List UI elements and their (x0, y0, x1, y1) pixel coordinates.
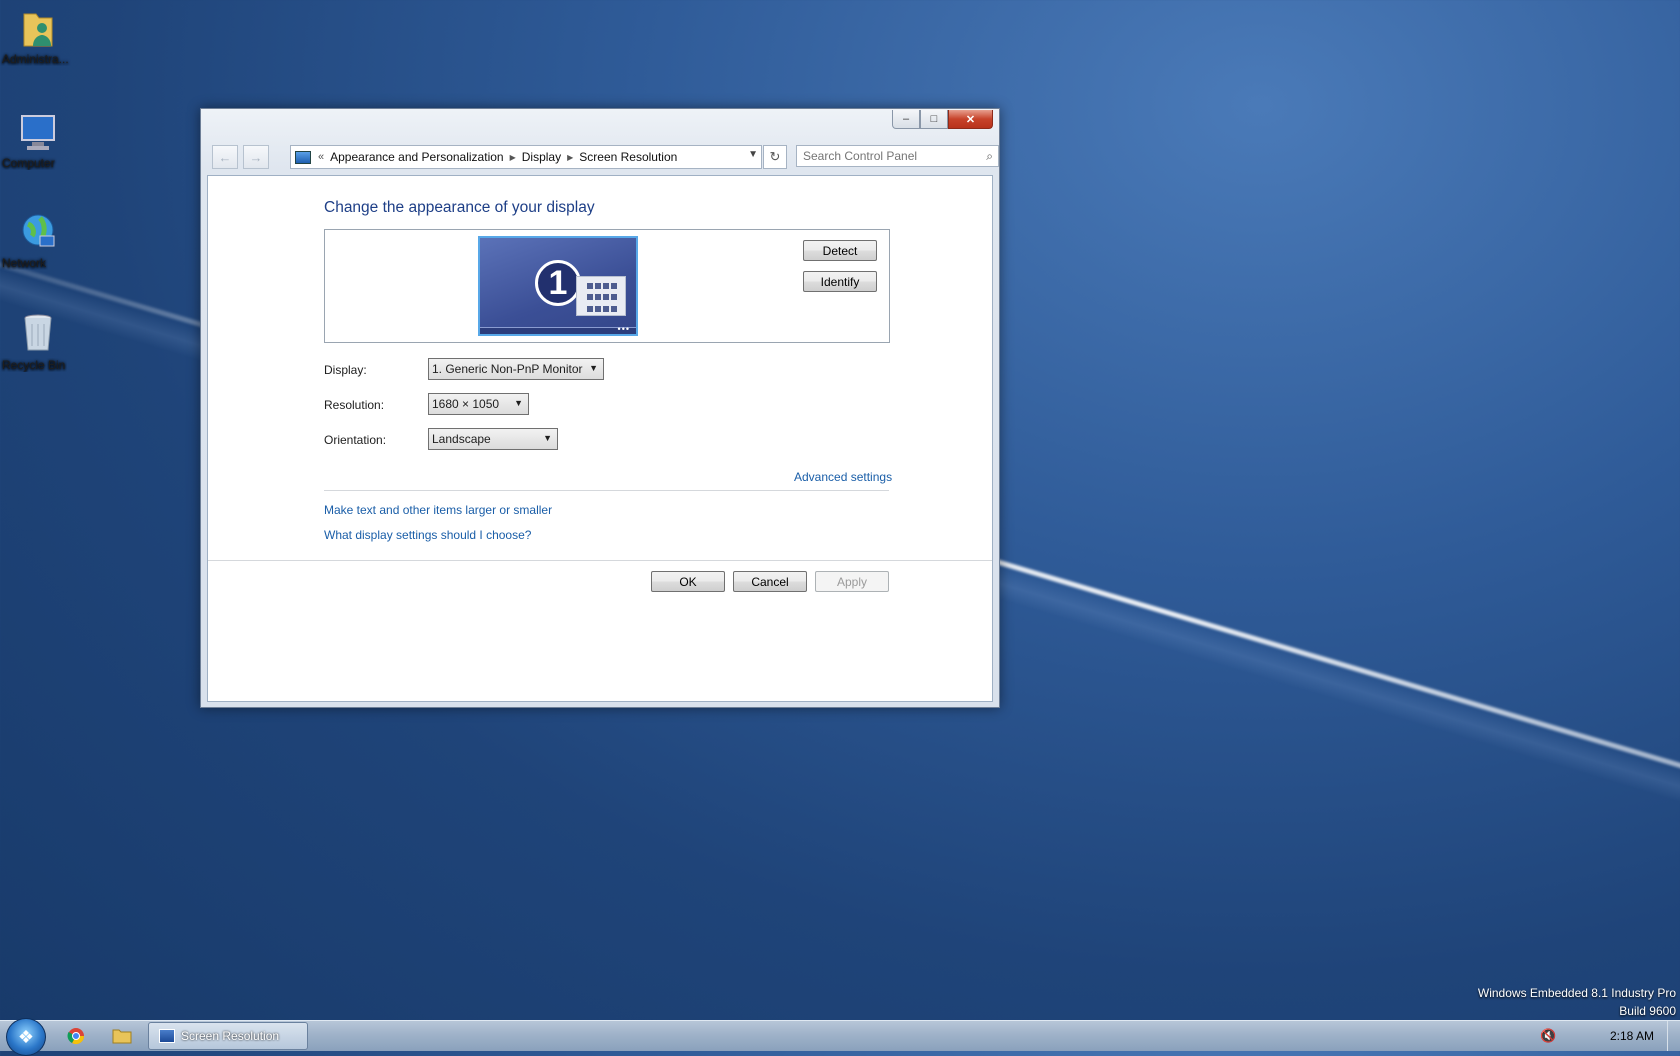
divider (324, 490, 889, 491)
desktop-icon-computer[interactable]: Computer (0, 110, 76, 170)
address-overflow-chevron[interactable]: « (316, 151, 326, 163)
chrome-taskbar-button[interactable] (56, 1024, 96, 1048)
start-screen-tiles-icon (576, 276, 626, 316)
computer-icon (18, 110, 58, 154)
search-box[interactable]: ⌕ (796, 145, 999, 167)
display-preview-area: 1 ••• Detect Identify (324, 229, 890, 343)
os-edition-text: Windows Embedded 8.1 Industry Pro (1477, 986, 1676, 1000)
desktop-icon-label: Administra... (2, 52, 69, 66)
forward-button[interactable]: → (243, 145, 269, 169)
start-button[interactable]: ❖ (6, 1018, 46, 1056)
breadcrumb-display[interactable]: Display (518, 150, 565, 164)
content-pane: Change the appearance of your display 1 … (207, 175, 993, 702)
chrome-icon (67, 1028, 85, 1045)
maximize-button[interactable]: □ (920, 110, 948, 129)
show-desktop-button[interactable] (1667, 1021, 1680, 1051)
cancel-button[interactable]: Cancel (733, 571, 807, 592)
minimize-button[interactable]: – (892, 110, 920, 129)
breadcrumb-appearance[interactable]: Appearance and Personalization (326, 150, 507, 164)
chevron-down-icon: ▼ (589, 363, 598, 373)
volume-muted-icon[interactable]: 🔇 (1540, 1028, 1556, 1044)
clock[interactable]: 2:18 AM (1610, 1029, 1654, 1043)
close-button[interactable]: ✕ (948, 110, 993, 129)
apply-button[interactable]: Apply (815, 571, 889, 592)
footer-divider (208, 560, 992, 561)
breadcrumb-separator-icon[interactable]: ▶ (508, 153, 518, 162)
breadcrumb-screen-resolution[interactable]: Screen Resolution (575, 150, 681, 164)
desktop-icon-label: Network (2, 256, 47, 270)
desktop-icon-administrator[interactable]: Administra... (0, 6, 76, 66)
display-help-link[interactable]: What display settings should I choose? (324, 528, 531, 542)
resolution-select[interactable]: 1680 × 1050 ▼ (428, 393, 529, 415)
refresh-button[interactable]: ↻ (763, 145, 787, 169)
text-size-link[interactable]: Make text and other items larger or smal… (324, 503, 552, 517)
orientation-select-value: Landscape (432, 432, 491, 446)
desktop-icon-recycle-bin[interactable]: Recycle Bin (0, 312, 76, 372)
advanced-settings-link[interactable]: Advanced settings (794, 470, 892, 484)
monitor-1-thumbnail[interactable]: 1 ••• (478, 236, 638, 336)
address-dropdown-icon[interactable]: ▼ (748, 149, 758, 160)
windows-logo-icon: ❖ (17, 1026, 35, 1047)
orientation-label: Orientation: (324, 433, 387, 447)
navigation-bar: ← → « Appearance and Personalization ▶ D… (211, 145, 999, 169)
control-panel-icon (295, 150, 311, 164)
control-panel-icon (159, 1029, 175, 1043)
search-input[interactable] (797, 146, 979, 166)
orientation-select[interactable]: Landscape ▼ (428, 428, 558, 450)
recycle-bin-icon (18, 312, 58, 356)
display-label: Display: (324, 363, 367, 377)
refresh-icon: ↻ (769, 149, 781, 164)
detect-button[interactable]: Detect (803, 240, 877, 261)
ellipsis-icon: ••• (617, 324, 630, 334)
taskbar: ❖ Screen Resolution 🔇 2:18 AM (0, 1018, 1680, 1056)
desktop-icon-network[interactable]: Network (0, 210, 76, 270)
ok-button[interactable]: OK (651, 571, 725, 592)
chevron-down-icon: ▼ (543, 433, 552, 443)
folder-icon (112, 1029, 132, 1044)
taskbar-item-screen-resolution[interactable]: Screen Resolution (148, 1022, 308, 1050)
resolution-select-value: 1680 × 1050 (432, 397, 500, 411)
address-bar[interactable]: « Appearance and Personalization ▶ Displ… (290, 145, 762, 169)
taskbar-item-label: Screen Resolution (181, 1029, 280, 1043)
display-select-value: 1. Generic Non-PnP Monitor (432, 362, 583, 376)
search-icon[interactable]: ⌕ (986, 149, 993, 164)
desktop-icon-label: Computer (2, 156, 55, 170)
os-build-text: Build 9600 (1619, 1004, 1676, 1018)
user-folder-icon (18, 6, 58, 50)
os-watermark: Windows Embedded 8.1 Industry Pro Build … (1478, 984, 1676, 1020)
resolution-label: Resolution: (324, 398, 385, 412)
chevron-down-icon: ▼ (514, 398, 523, 408)
breadcrumb-separator-icon[interactable]: ▶ (565, 153, 575, 162)
back-button[interactable]: ← (212, 145, 238, 169)
monitor-taskbar-graphic (480, 327, 636, 334)
file-explorer-taskbar-button[interactable] (102, 1024, 142, 1048)
window-caption-buttons: – □ ✕ (892, 110, 993, 129)
identify-button[interactable]: Identify (803, 271, 877, 292)
desktop-icon-label: Recycle Bin (2, 358, 66, 372)
monitor-number: 1 (535, 260, 581, 306)
page-title: Change the appearance of your display (324, 199, 595, 216)
globe-network-icon (18, 210, 58, 254)
display-select[interactable]: 1. Generic Non-PnP Monitor ▼ (428, 358, 604, 380)
screen-resolution-window[interactable]: – □ ✕ ← → « Appearance and Personalizati… (200, 108, 1000, 708)
